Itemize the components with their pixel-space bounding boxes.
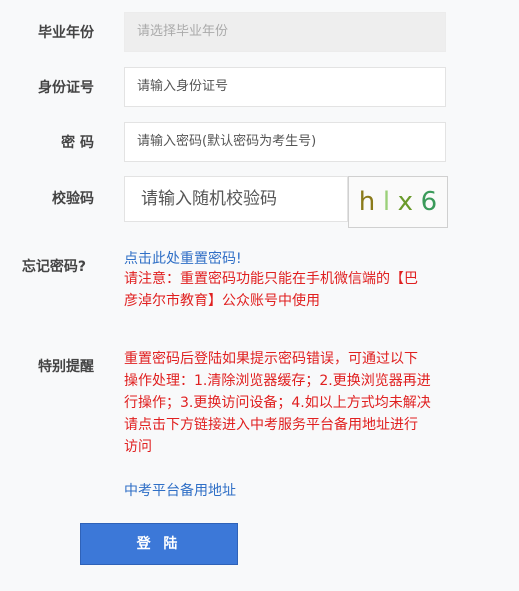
- special-notice-line: 操作处理：1.清除浏览器缓存；2.更换浏览器再进: [124, 373, 431, 389]
- reset-notice-line: 请注意：重置密码功能只能在手机微信端的【巴: [124, 271, 418, 287]
- special-notice-line: 行操作；3.更换访问设备；4.如以上方式均未解决: [124, 395, 431, 411]
- captcha-char: h: [358, 187, 376, 217]
- forgot-password-label: 忘记密码?: [21, 259, 86, 275]
- reset-notice-line: 彦淖尔市教育】公众账号中使用: [124, 293, 320, 309]
- backup-address-link[interactable]: 中考平台备用地址: [124, 480, 236, 500]
- id-number-label: 身份证号: [38, 80, 94, 96]
- captcha-label: 校验码: [52, 191, 94, 207]
- captcha-char: l: [382, 187, 391, 217]
- password-input[interactable]: 请输入密码(默认密码为考生号): [124, 122, 446, 162]
- special-notice-line: 访问: [124, 439, 152, 455]
- grad-year-select[interactable]: 请选择毕业年份: [124, 12, 446, 52]
- special-notice-line: 请点击下方链接进入中考服务平台备用地址进行: [124, 417, 418, 433]
- captcha-image[interactable]: h l x 6: [348, 176, 448, 228]
- captcha-input[interactable]: 请输入随机校验码: [124, 176, 348, 222]
- id-number-input[interactable]: 请输入身份证号: [124, 67, 446, 107]
- reset-password-link[interactable]: 点击此处重置密码!: [124, 248, 242, 268]
- password-label: 密 码: [61, 135, 94, 151]
- captcha-char: x: [397, 187, 414, 217]
- special-notice-line: 重置密码后登陆如果提示密码错误，可通过以下: [124, 351, 418, 367]
- captcha-char: 6: [420, 187, 438, 217]
- special-notice-label: 特别提醒: [38, 359, 94, 375]
- login-button[interactable]: 登 陆: [80, 523, 238, 565]
- grad-year-label: 毕业年份: [38, 25, 94, 41]
